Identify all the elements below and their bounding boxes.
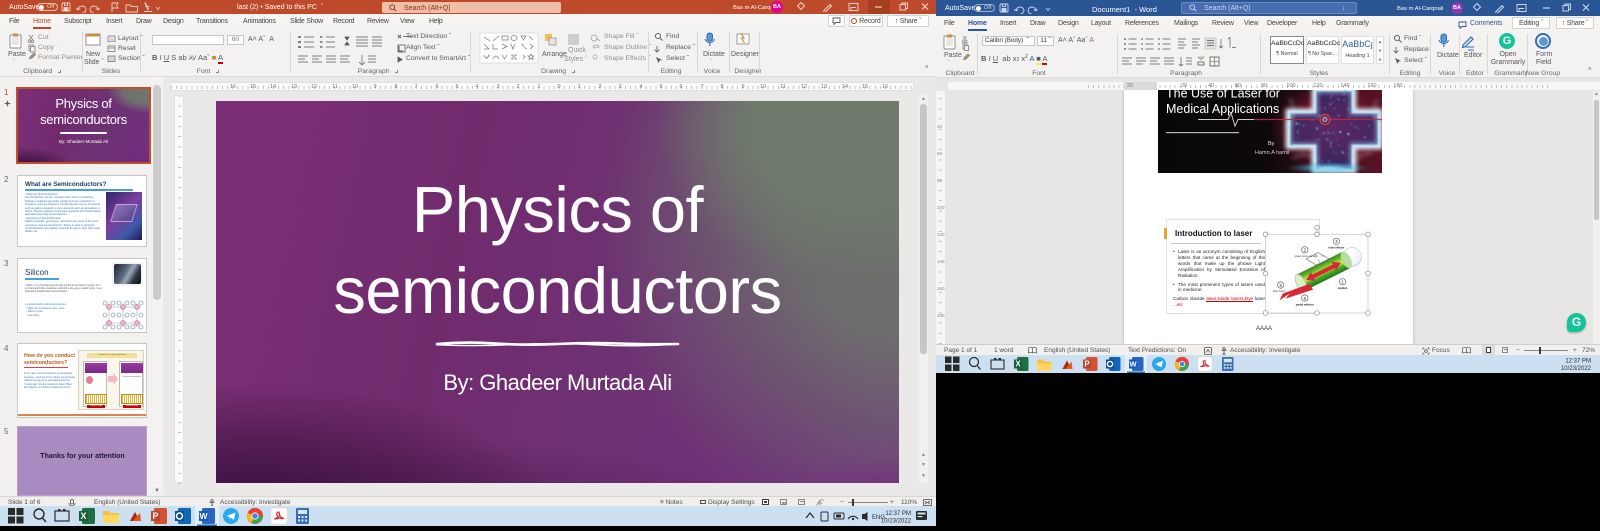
svg-text:P: P [1084,360,1090,369]
svg-text:P: P [152,511,158,521]
svg-text:Hamn.A hamil: Hamn.A hamil [1255,150,1289,156]
svg-text:power source pump: power source pump [1295,255,1316,258]
svg-text:partial reflector: partial reflector [1296,303,1314,306]
svg-text:12:37 PM: 12:37 PM [1565,359,1591,365]
svg-text:X: X [80,511,86,521]
svg-text:Medical Applications: Medical Applications [1166,102,1279,116]
svg-text:W: W [199,511,208,521]
svg-text:By: By [1268,141,1275,147]
svg-text:10/23/2022: 10/23/2022 [881,519,912,525]
svg-text:10/23/2022: 10/23/2022 [1561,366,1592,372]
svg-text:total reflector: total reflector [1328,247,1344,250]
svg-text:X: X [1015,360,1021,369]
svg-text:12:37 PM: 12:37 PM [885,511,911,517]
svg-text:W: W [1129,360,1137,369]
svg-text:laser beam: laser beam [1273,290,1285,293]
svg-text:medium: medium [1338,287,1348,290]
